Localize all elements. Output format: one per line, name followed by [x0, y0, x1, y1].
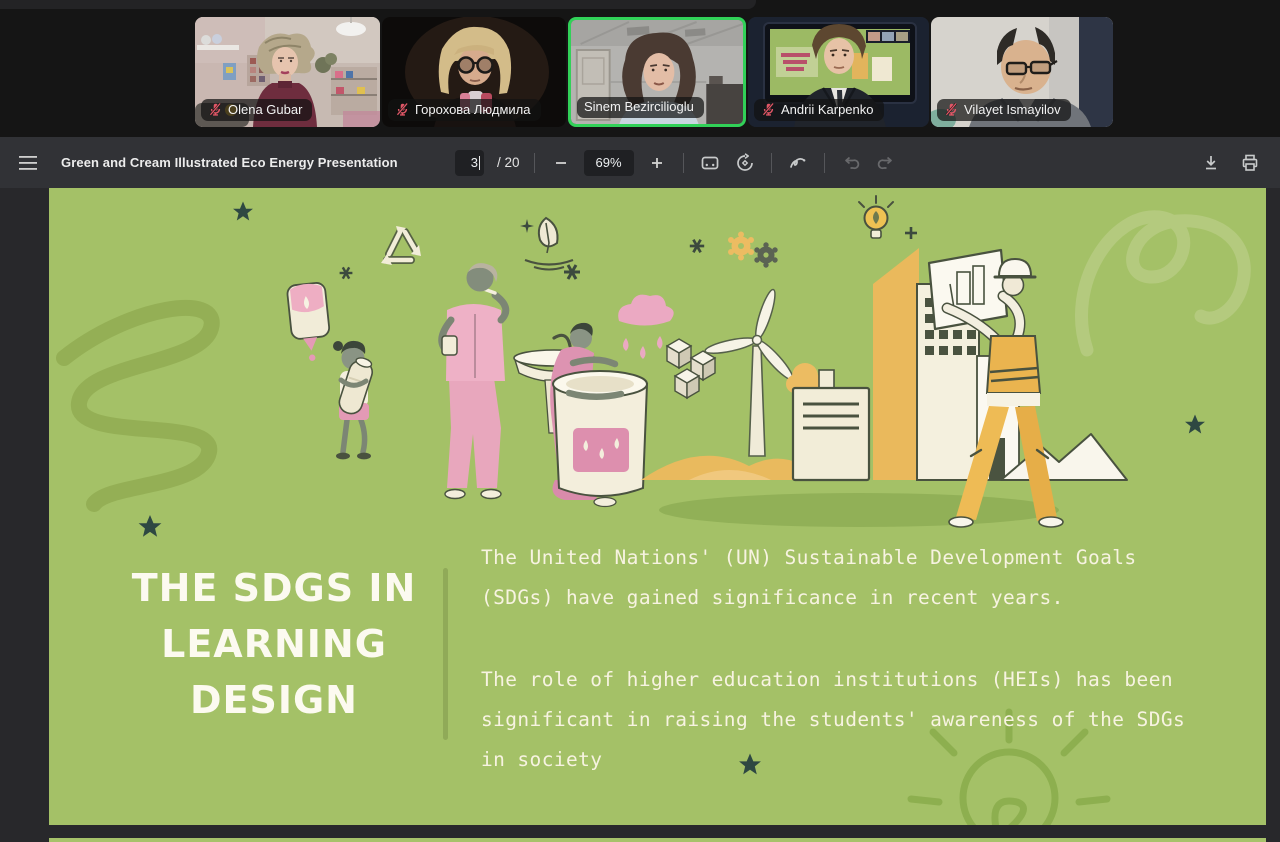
slide-title: THE SDGS IN LEARNING DESIGN — [109, 560, 439, 728]
kneeling-person-with-jar — [550, 323, 647, 507]
participant-name: Sinem Bezircilioglu — [584, 100, 694, 114]
slide-title-line: THE SDGS IN — [109, 560, 439, 616]
scribble-doodle — [64, 308, 212, 504]
undo-icon[interactable] — [839, 151, 863, 175]
page-number-input[interactable]: 3 — [455, 150, 484, 176]
download-icon[interactable] — [1199, 151, 1223, 175]
participant-name: Горохова Людмила — [415, 103, 531, 117]
toolbar-divider — [824, 153, 825, 173]
toolbar-divider — [683, 153, 684, 173]
mic-muted-icon — [395, 102, 410, 117]
child-figure — [333, 341, 376, 459]
slide-title-line: LEARNING — [109, 616, 439, 672]
sparkle-decoration — [520, 219, 534, 233]
video-tile-gorohova-lyudmila[interactable]: Горохова Людмила — [382, 17, 566, 127]
toolbar-divider — [771, 153, 772, 173]
participant-name: Andrii Karpenko — [781, 103, 874, 117]
participant-name: Vilayet Ismayilov — [964, 103, 1061, 117]
video-tile-sinem-bezircilioglu[interactable]: Sinem Bezircilioglu — [568, 17, 746, 127]
participant-label: Vilayet Ismayilov — [937, 99, 1071, 121]
zoom-in-icon[interactable] — [645, 151, 669, 175]
toothpaste-tube — [287, 282, 333, 363]
slide-page-3: THE SDGS IN LEARNING DESIGN The United N… — [49, 188, 1266, 825]
annotate-pen-icon[interactable] — [786, 151, 810, 175]
asterisk-decoration — [564, 265, 580, 279]
loop-doodle — [1081, 217, 1244, 350]
plus-sparkle — [905, 227, 917, 239]
paragraph-gap — [481, 618, 1221, 660]
star-decoration — [139, 515, 162, 537]
ground-shadow — [659, 493, 1059, 527]
zoom-out-icon[interactable] — [549, 151, 573, 175]
mountain-outline — [1001, 434, 1127, 480]
wind-turbine — [704, 288, 797, 456]
app-window: Olena Gubar — [0, 0, 1280, 842]
star-decoration — [233, 202, 253, 221]
star-decoration — [1185, 415, 1205, 434]
video-conference-strip: Olena Gubar — [0, 0, 1280, 137]
pdf-toolbar: Green and Cream Illustrated Eco Energy P… — [0, 137, 1280, 188]
body-line: in society — [481, 740, 1221, 780]
rain-cloud-icon — [618, 295, 673, 359]
page-number-value: 3 — [471, 155, 478, 170]
mic-muted-icon — [944, 102, 959, 117]
body-line: (SDGs) have gained significance in recen… — [481, 578, 1221, 618]
video-tile-vilayet-ismayilov[interactable]: Vilayet Ismayilov — [931, 17, 1113, 127]
slide-page-4-edge — [49, 838, 1266, 842]
text-caret — [479, 156, 480, 170]
toolbar-divider — [534, 153, 535, 173]
page-count: / 20 — [497, 155, 520, 170]
video-tile-andrii-karpenko[interactable]: Andrii Karpenko — [748, 17, 929, 127]
mic-muted-icon — [761, 102, 776, 117]
zoom-level[interactable]: 69% — [584, 150, 634, 176]
participant-label: Olena Gubar — [201, 99, 312, 121]
yellow-building — [873, 248, 919, 480]
video-tile-olena-gubar[interactable]: Olena Gubar — [195, 17, 380, 127]
rotate-icon[interactable] — [733, 151, 757, 175]
pdf-canvas[interactable]: THE SDGS IN LEARNING DESIGN The United N… — [0, 188, 1280, 842]
zoom-level-value: 69% — [596, 155, 622, 170]
recycle-icon — [381, 226, 421, 265]
document-title: Green and Cream Illustrated Eco Energy P… — [61, 155, 398, 170]
lightbulb-icon — [859, 196, 893, 238]
slide-title-line: DESIGN — [109, 672, 439, 728]
adult-brushing-figure — [442, 263, 506, 498]
body-line: significant in raising the students' awa… — [481, 700, 1221, 740]
slide-body-text: The United Nations' (UN) Sustainable Dev… — [481, 538, 1221, 780]
body-line: The role of higher education institution… — [481, 660, 1221, 700]
participant-label: Andrii Karpenko — [754, 99, 884, 121]
asterisk-decoration — [690, 240, 704, 253]
participant-label: Sinem Bezircilioglu — [577, 97, 704, 118]
mic-muted-icon — [208, 102, 223, 117]
fit-page-icon[interactable] — [698, 151, 722, 175]
participant-label: Горохова Людмила — [388, 99, 541, 121]
asterisk-decoration — [340, 267, 353, 278]
redo-icon[interactable] — [874, 151, 898, 175]
menu-icon[interactable] — [16, 151, 40, 175]
print-icon[interactable] — [1238, 151, 1262, 175]
gears-icon — [728, 232, 778, 268]
participant-name: Olena Gubar — [228, 103, 302, 117]
background-window-edge — [0, 0, 756, 9]
slide-divider — [443, 568, 448, 740]
body-line: The United Nations' (UN) Sustainable Dev… — [481, 538, 1221, 578]
